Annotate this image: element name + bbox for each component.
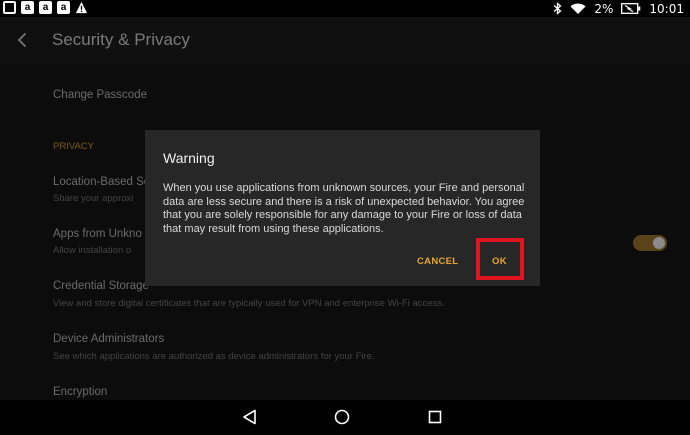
device-administrators-subtitle: See which applications are authorized as… (53, 351, 375, 362)
back-arrow-icon[interactable] (14, 31, 32, 49)
clock: 10:01 (649, 1, 684, 16)
encryption-title[interactable]: Encryption (53, 386, 107, 398)
recents-nav-icon[interactable] (426, 408, 444, 426)
status-bar: a a a 2% 10:01 (0, 0, 690, 17)
battery-icon (621, 3, 641, 14)
warning-icon (75, 1, 88, 14)
notification-box-icon (3, 1, 16, 14)
apps-unknown-sources-subtitle: Allow installation o (53, 245, 132, 256)
app-bar: Security & Privacy (0, 17, 690, 64)
wifi-icon (570, 3, 586, 14)
bluetooth-icon (553, 2, 562, 15)
location-services-subtitle: Share your approxi (53, 193, 134, 204)
amazon-icon: a (57, 1, 70, 14)
apps-unknown-sources-toggle[interactable] (633, 235, 667, 251)
device-administrators-title[interactable]: Device Administrators (53, 333, 164, 345)
battery-percentage: 2% (594, 1, 614, 16)
back-nav-icon[interactable] (241, 408, 259, 426)
privacy-section-header: PRIVACY (53, 141, 95, 152)
location-services-title[interactable]: Location-Based Se (53, 176, 150, 188)
ok-button-highlight (476, 238, 524, 280)
credential-storage-title[interactable]: Credential Storage (53, 280, 149, 292)
amazon-icon: a (21, 1, 34, 14)
change-passcode-item[interactable]: Change Passcode (53, 89, 147, 101)
dialog-message: When you use applications from unknown s… (163, 182, 525, 235)
home-nav-icon[interactable] (333, 408, 351, 426)
apps-unknown-sources-title[interactable]: Apps from Unkno (53, 228, 142, 240)
credential-storage-subtitle: View and store digital certificates that… (53, 298, 445, 309)
navigation-bar (0, 400, 690, 435)
dialog-title: Warning (163, 150, 215, 166)
cancel-button[interactable]: CANCEL (417, 256, 458, 267)
page-title: Security & Privacy (52, 30, 190, 49)
amazon-icon: a (39, 1, 52, 14)
toggle-knob (653, 237, 665, 249)
status-right: 2% 10:01 (553, 0, 684, 17)
notification-icons: a a a (3, 1, 88, 14)
